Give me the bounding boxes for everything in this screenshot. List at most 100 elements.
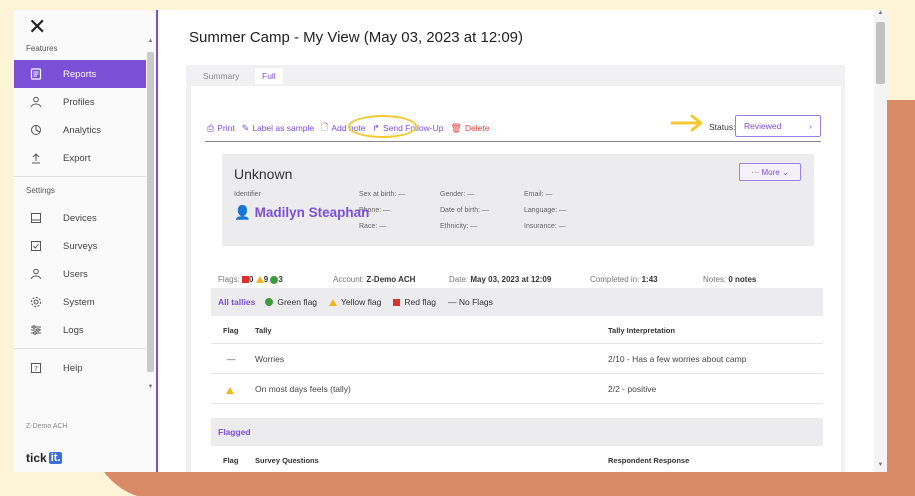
sidebar: ✕ Features Reports Profiles Analytics Ex…: [14, 10, 156, 472]
main-content: Summer Camp - My View (May 03, 2023 at 1…: [158, 10, 887, 472]
sidebar-item-label: Profiles: [63, 96, 95, 108]
table-row: On most days feels (tally) 2/2 - positiv…: [211, 374, 823, 404]
tally-filter-bar: All tallies Green flag Yellow flag Red f…: [211, 288, 823, 316]
filter-green-flag[interactable]: Green flag: [265, 297, 317, 307]
label-sample-button[interactable]: ✎ Label as sample: [242, 123, 314, 134]
print-button[interactable]: ⎙ Print: [207, 123, 235, 134]
chevron-down-icon: ⌄: [781, 167, 789, 177]
tally-table-header: Flag Tally Tally Interpretation: [211, 316, 823, 344]
sidebar-item-label: Devices: [63, 212, 97, 224]
tickit-logo: tick it.: [26, 451, 63, 465]
pointing-arrow-icon: [670, 114, 703, 132]
respondent-name: Unknown: [234, 166, 293, 182]
settings-section-label: Settings: [26, 186, 55, 195]
yellow-flag-icon: [226, 385, 234, 395]
scroll-down-icon[interactable]: ▼: [876, 462, 885, 468]
features-section-label: Features: [26, 44, 58, 53]
person-icon: 👤: [234, 205, 251, 220]
upload-icon: [29, 151, 43, 165]
flag-counts: Flags: 0 9 3: [218, 275, 283, 284]
sidebar-item-label: System: [63, 296, 95, 308]
page-title: Summer Camp - My View (May 03, 2023 at 1…: [189, 29, 524, 46]
pencil-icon: ✎: [241, 122, 250, 133]
identifier-label: Identifier: [234, 191, 261, 198]
respondent-identifier[interactable]: 👤 Madilyn Steaphan: [234, 205, 369, 221]
filter-all-tallies[interactable]: All tallies: [218, 297, 255, 307]
question-icon: ?: [29, 361, 43, 375]
sidebar-item-label: Analytics: [63, 124, 102, 136]
sidebar-item-reports[interactable]: Reports: [14, 60, 146, 88]
scroll-up-icon[interactable]: ▲: [146, 38, 155, 44]
sliders-icon: [29, 323, 43, 337]
race-field: Race: —: [359, 223, 387, 230]
notes-info: Notes: 0 notes: [703, 275, 757, 284]
person-icon: [29, 95, 43, 109]
sidebar-item-users[interactable]: Users: [14, 260, 146, 288]
sidebar-item-export[interactable]: Export: [14, 144, 146, 172]
ethnicity-field: Ethnicity: —: [440, 223, 478, 230]
tab-summary[interactable]: Summary: [196, 68, 246, 84]
toolbar-divider: [205, 141, 821, 142]
scroll-up-icon[interactable]: ▲: [876, 10, 885, 16]
no-flag-icon: —: [227, 354, 236, 364]
sidebar-item-label: Reports: [63, 68, 97, 80]
sidebar-item-help[interactable]: ? Help: [14, 354, 146, 382]
filter-no-flags[interactable]: — No Flags: [448, 297, 493, 307]
more-button[interactable]: ··· More ⌄: [739, 163, 801, 181]
red-flag-icon: [242, 276, 250, 284]
close-icon[interactable]: ✕: [28, 16, 46, 38]
chart-icon: [29, 123, 43, 137]
dob-field: Date of birth: —: [440, 207, 490, 214]
red-flag-icon: [393, 298, 401, 306]
svg-text:?: ?: [34, 365, 38, 373]
completed-info: Completed in: 1:43: [590, 275, 658, 284]
scrollbar-thumb[interactable]: [876, 22, 885, 84]
sidebar-item-surveys[interactable]: Surveys: [14, 232, 146, 260]
status-select[interactable]: Reviewed ›: [735, 115, 821, 137]
flagged-table-header: Flag Survey Questions Respondent Respons…: [223, 456, 690, 465]
trash-icon: 🗑: [450, 122, 462, 133]
sidebar-item-analytics[interactable]: Analytics: [14, 116, 146, 144]
email-field: Email: —: [524, 191, 553, 198]
sidebar-item-label: Help: [63, 362, 83, 374]
highlight-circle: [348, 115, 417, 138]
sidebar-scrollbar[interactable]: ▲ ▼: [146, 38, 155, 398]
sidebar-item-system[interactable]: System: [14, 288, 146, 316]
green-flag-icon: [265, 298, 274, 306]
tab-full[interactable]: Full: [255, 68, 283, 84]
main-scrollbar[interactable]: ▲ ▼: [874, 10, 887, 472]
sidebar-item-label: Logs: [63, 324, 84, 336]
chevron-right-icon: ›: [809, 121, 812, 131]
organization-name: Z-Demo ACH: [26, 423, 68, 430]
tablet-icon: [29, 211, 43, 225]
respondent-panel: Unknown ··· More ⌄ Identifier Sex at bir…: [222, 154, 814, 246]
sidebar-item-label: Export: [63, 152, 91, 164]
sidebar-item-profiles[interactable]: Profiles: [14, 88, 146, 116]
status-label: Status:: [709, 122, 736, 132]
person-icon: [29, 267, 43, 281]
language-field: Language: —: [524, 207, 567, 214]
table-row: — Worries 2/10 - Has a few worries about…: [211, 344, 823, 374]
note-icon: 🗋: [321, 122, 329, 132]
insurance-field: Insurance: —: [524, 223, 566, 230]
delete-button[interactable]: 🗑 Delete: [450, 123, 489, 134]
yellow-flag-icon: [255, 276, 264, 284]
gear-icon: [29, 295, 43, 309]
scroll-down-icon[interactable]: ▼: [146, 384, 155, 390]
checkbox-icon: [29, 239, 43, 253]
sidebar-item-logs[interactable]: Logs: [14, 316, 146, 344]
sidebar-item-devices[interactable]: Devices: [14, 204, 146, 232]
divider: [14, 176, 146, 177]
sidebar-item-label: Users: [63, 268, 88, 280]
scrollbar-thumb[interactable]: [147, 52, 154, 372]
printer-icon: ⎙: [207, 122, 215, 133]
flagged-section-header[interactable]: Flagged: [211, 418, 823, 446]
account-info: Account: Z-Demo ACH: [333, 275, 416, 284]
yellow-flag-icon: [329, 298, 338, 306]
date-info: Date: May 03, 2023 at 12:09: [449, 275, 552, 284]
filter-yellow-flag[interactable]: Yellow flag: [329, 297, 381, 307]
filter-red-flag[interactable]: Red flag: [393, 297, 436, 307]
report-card: ⎙ Print ✎ Label as sample 🗋 Add note ↱ Send …: [191, 86, 841, 472]
gender-field: Gender: —: [440, 191, 475, 198]
divider: [14, 348, 146, 349]
